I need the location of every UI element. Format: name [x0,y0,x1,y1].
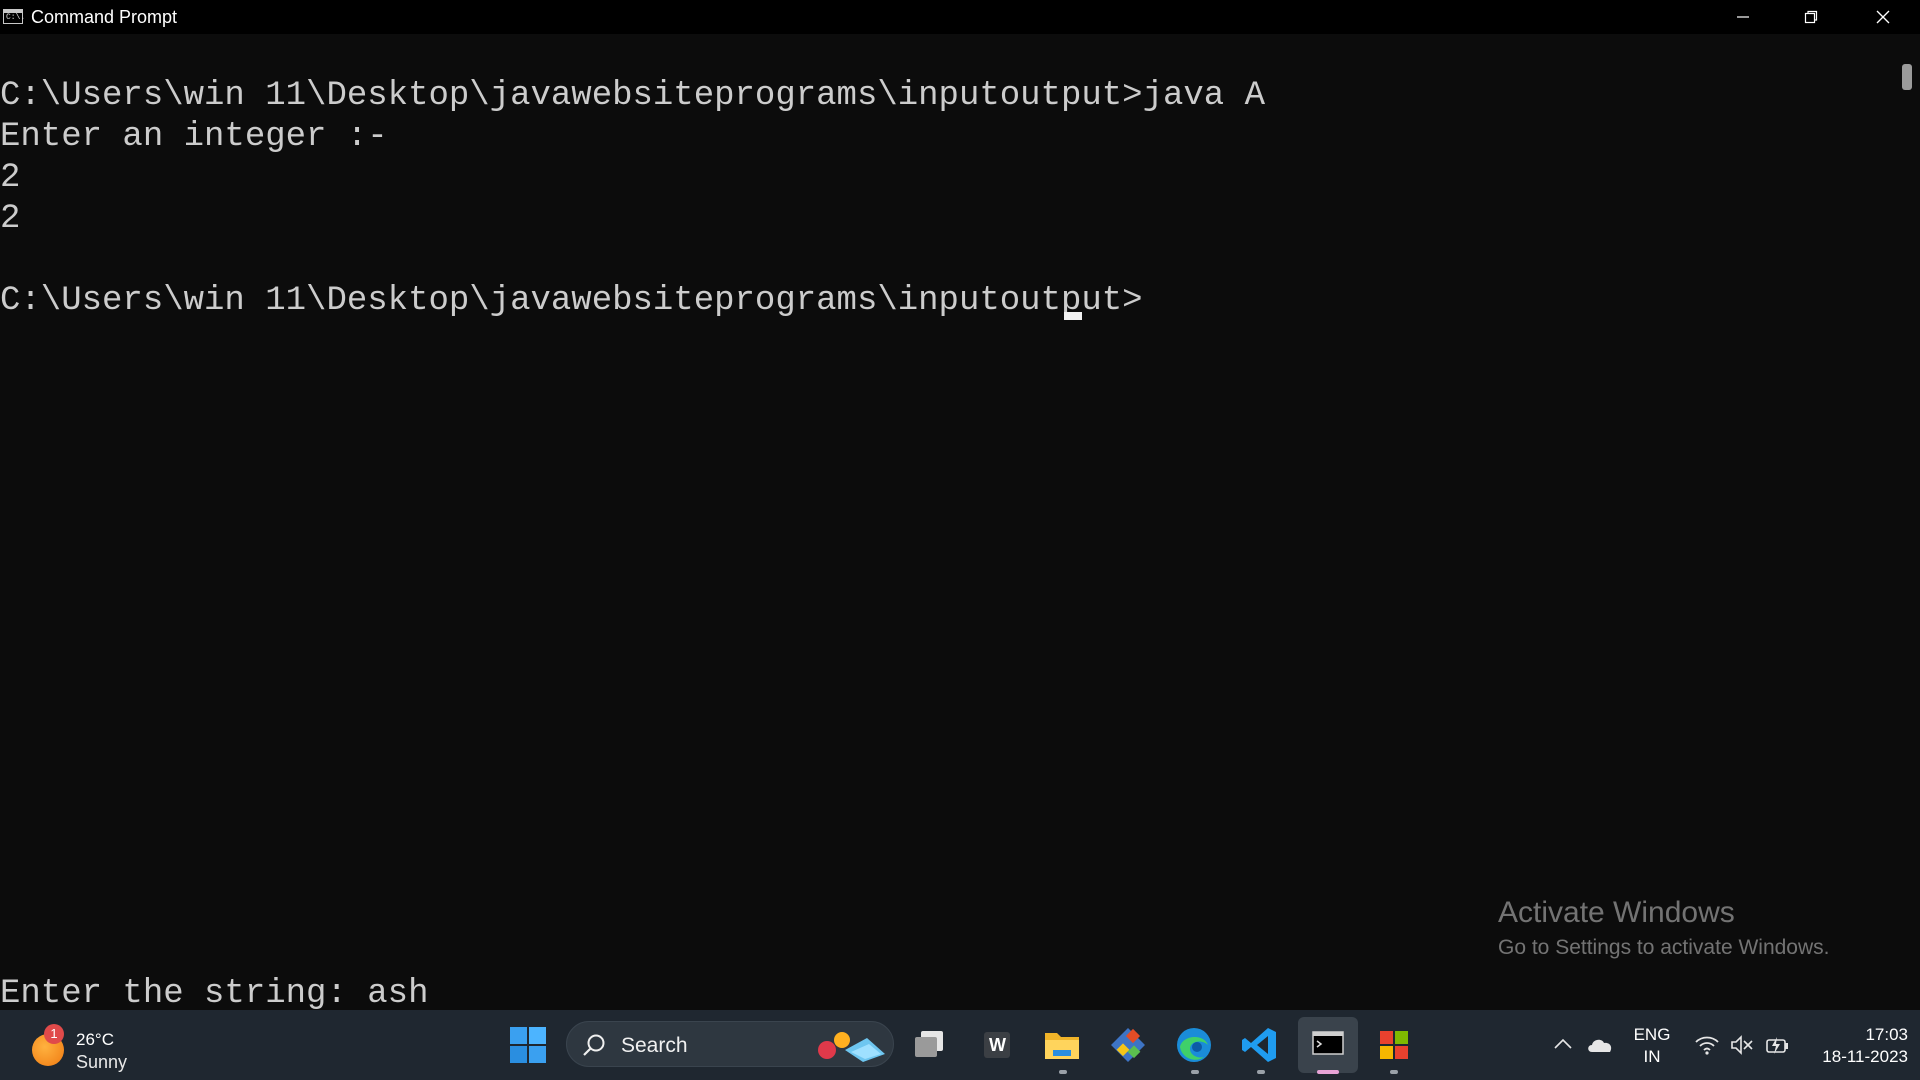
search-highlight-icon [818,1032,885,1062]
start-button[interactable] [506,1023,550,1067]
file-explorer-app[interactable] [1040,1023,1084,1067]
vscode-app[interactable] [1238,1023,1282,1067]
active-indicator [1317,1070,1339,1074]
volume-muted-icon[interactable] [1730,1034,1754,1056]
activate-windows-watermark: Activate Windows Go to Settings to activ… [1498,896,1830,960]
console-line: Enter an integer :- [0,118,388,156]
running-indicator [1390,1070,1398,1074]
search-label: Search [621,1034,688,1057]
task-view-icon [915,1031,943,1057]
windows-logo-icon [510,1027,546,1063]
git-app[interactable] [1106,1023,1150,1067]
console-bottom-line: Enter the string: ash [0,975,429,1010]
wifi-icon[interactable] [1694,1034,1720,1056]
weather-condition: Sunny [76,1052,128,1072]
console-line: 2 [0,159,21,197]
onedrive-cloud-icon[interactable] [1586,1036,1614,1054]
console-line: 2 [0,200,21,238]
word-app[interactable]: W [975,1023,1019,1067]
console-output[interactable]: C:\Users\win 11\Desktop\javawebsiteprogr… [0,34,1896,1010]
scrollbar-thumb[interactable] [1902,64,1912,90]
text-cursor [1064,312,1082,320]
task-view-button[interactable] [908,1023,952,1067]
language-code: ENG [1633,1025,1671,1044]
edge-icon [1177,1028,1211,1062]
app-icon-text: C:\. [6,13,26,22]
word-icon-letter: W [989,1035,1006,1055]
close-icon [1876,10,1890,24]
language-region: IN [1643,1047,1661,1066]
notification-badge: 1 [44,1024,64,1044]
clock-time: 17:03 [1865,1025,1908,1044]
command-prompt-app[interactable] [1298,1017,1358,1073]
console-line: C:\Users\win 11\Desktop\javawebsiteprogr… [0,77,1266,115]
weather-temperature: 26°C [76,1030,114,1049]
command-prompt-icon[interactable]: C:\. [3,9,26,24]
title-bar: C:\. Command Prompt [0,0,1920,34]
git-icon [1111,1028,1145,1062]
office-icon [1380,1031,1408,1059]
running-indicator [1191,1070,1199,1074]
running-indicator [1257,1070,1265,1074]
running-indicator [1059,1070,1067,1074]
restore-button[interactable] [1778,0,1844,34]
language-indicator[interactable]: ENG IN [1632,1024,1672,1068]
minimize-button[interactable] [1710,0,1776,34]
edge-browser-app[interactable] [1172,1023,1216,1067]
scrollbar[interactable] [1896,34,1920,1010]
system-clock[interactable]: 17:03 18-11-2023 [1808,1024,1908,1068]
clock-date: 18-11-2023 [1822,1047,1908,1066]
taskbar: 1 26°C Sunny Search W ENG IN 17:03 18-11… [0,1010,1920,1080]
close-button[interactable] [1850,0,1916,34]
watermark-subtitle: Go to Settings to activate Windows. [1498,936,1830,959]
folder-icon [1045,1033,1079,1059]
vscode-icon [1242,1028,1276,1062]
window-title: Command Prompt [31,7,178,27]
weather-widget[interactable]: 1 26°C Sunny [30,1024,170,1072]
minimize-icon [1737,16,1749,18]
office-app[interactable] [1372,1023,1416,1067]
console-prompt-line: C:\Users\win 11\Desktop\javawebsiteprogr… [0,282,1143,320]
terminal-icon [1312,1031,1344,1055]
watermark-title: Activate Windows [1498,896,1735,929]
chevron-up-icon[interactable] [1552,1036,1574,1052]
search-icon [583,1034,605,1056]
battery-charging-icon[interactable] [1764,1034,1790,1056]
taskbar-search[interactable]: Search [566,1021,894,1067]
restore-icon [1804,10,1818,24]
